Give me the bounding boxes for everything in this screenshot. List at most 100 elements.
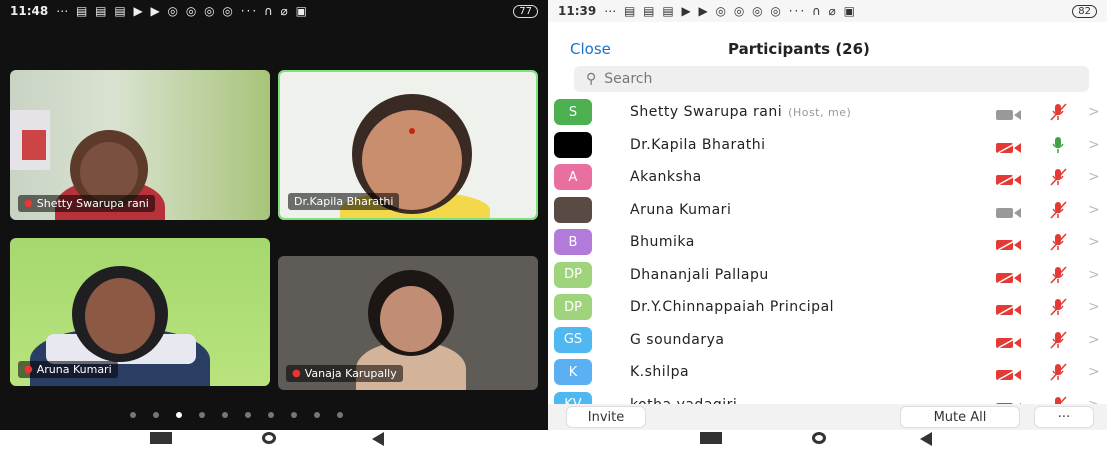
chevron-right-icon: > bbox=[1088, 331, 1100, 348]
recents-icon[interactable] bbox=[150, 432, 172, 444]
video-gallery-screen: 11:48 ⋯ ▤ ▤ ▤ ▶ ▶ ◎ ◎ ◎ ◎ ··· ∩ ⌀ ▣ 77 ●… bbox=[0, 0, 548, 449]
page-indicator[interactable] bbox=[130, 412, 343, 418]
video-tile[interactable]: ● Shetty Swarupa rani bbox=[10, 70, 270, 220]
chevron-right-icon: > bbox=[1088, 234, 1100, 251]
video-icon bbox=[996, 106, 1022, 121]
search-input[interactable]: ⚲ Search bbox=[574, 66, 1089, 92]
avatar: GS bbox=[554, 326, 592, 353]
participant-name-text: Bhumika bbox=[630, 234, 695, 251]
page-dot[interactable] bbox=[130, 412, 136, 418]
back-icon[interactable] bbox=[920, 432, 932, 446]
participant-name-text: K.shilpa bbox=[630, 364, 690, 381]
chevron-right-icon: > bbox=[1088, 201, 1100, 218]
video-icon bbox=[996, 204, 1022, 218]
video-off-icon bbox=[996, 139, 1022, 154]
mic-muted-icon bbox=[1048, 266, 1068, 284]
page-dot[interactable] bbox=[291, 412, 297, 418]
participant-list: S Shetty Swarupa rani (Host, me) > Dr.Kapila… bbox=[548, 96, 1107, 421]
battery-icon: 77 bbox=[513, 4, 538, 18]
participant-label: Dr.Kapila Bharathi bbox=[288, 193, 400, 210]
page-dot[interactable] bbox=[199, 412, 205, 418]
participants-header: Close Participants (26) bbox=[548, 40, 1107, 64]
page-dot[interactable] bbox=[314, 412, 320, 418]
avatar: S bbox=[554, 99, 592, 126]
participant-name-text: G soundarya bbox=[630, 331, 725, 348]
participant-name-text: Dr.Y.Chinnappaiah Principal bbox=[630, 299, 835, 316]
page-dot[interactable] bbox=[245, 412, 251, 418]
mic-muted-icon bbox=[1048, 168, 1068, 186]
participant-name: Akanksha bbox=[630, 169, 702, 185]
page-dot[interactable] bbox=[268, 412, 274, 418]
avatar: DP bbox=[554, 261, 592, 288]
participant-name-text: Dhananjali Pallapu bbox=[630, 266, 769, 283]
participant-name-text: Shetty Swarupa rani bbox=[630, 104, 783, 121]
android-nav-bar bbox=[0, 430, 548, 449]
more-button[interactable]: ··· bbox=[1034, 406, 1094, 428]
invite-button[interactable]: Invite bbox=[566, 406, 646, 428]
avatar: A bbox=[554, 164, 592, 191]
battery-icon: 82 bbox=[1072, 4, 1097, 18]
avatar: B bbox=[554, 229, 592, 256]
video-off-icon bbox=[996, 334, 1022, 349]
mic-muted-icon bbox=[1048, 363, 1068, 381]
chevron-right-icon: > bbox=[1088, 364, 1100, 381]
participant-name: Aruna Kumari bbox=[630, 202, 731, 218]
participant-row[interactable]: GS G soundarya > bbox=[548, 324, 1107, 357]
video-off-icon bbox=[996, 171, 1022, 186]
page-dot[interactable] bbox=[337, 412, 343, 418]
participant-row[interactable]: Dr.Kapila Bharathi > bbox=[548, 129, 1107, 162]
home-icon[interactable] bbox=[262, 432, 276, 444]
recents-icon[interactable] bbox=[700, 432, 722, 444]
mic-muted-icon bbox=[1048, 103, 1068, 121]
video-off-icon bbox=[996, 269, 1022, 284]
page-title: Participants (26) bbox=[728, 40, 870, 58]
participant-row[interactable]: B Bhumika > bbox=[548, 226, 1107, 259]
avatar bbox=[554, 131, 592, 158]
status-bar: 11:48 ⋯ ▤ ▤ ▤ ▶ ▶ ◎ ◎ ◎ ◎ ··· ∩ ⌀ ▣ 77 bbox=[0, 0, 548, 22]
participant-name-text: Dr.Kapila Bharathi bbox=[630, 136, 766, 153]
participant-row[interactable]: Aruna Kumari > bbox=[548, 194, 1107, 227]
back-icon[interactable] bbox=[372, 432, 384, 446]
mute-all-button[interactable]: Mute All bbox=[900, 406, 1020, 428]
participant-row[interactable]: DP Dhananjali Pallapu > bbox=[548, 259, 1107, 292]
avatar: K bbox=[554, 359, 592, 386]
participant-label: ● Shetty Swarupa rani bbox=[18, 195, 155, 212]
participant-name: Dhananjali Pallapu bbox=[630, 267, 769, 283]
participant-name-text: Akanksha bbox=[630, 169, 702, 186]
participant-name: Dr.Y.Chinnappaiah Principal bbox=[630, 299, 834, 315]
mic-on-icon bbox=[1048, 136, 1068, 154]
chevron-right-icon: > bbox=[1088, 169, 1100, 186]
close-button[interactable]: Close bbox=[570, 40, 611, 58]
participant-name: Shetty Swarupa rani (Host, me) bbox=[630, 104, 851, 120]
page-dot-active[interactable] bbox=[176, 412, 182, 418]
participant-name: Aruna Kumari bbox=[36, 363, 112, 376]
muted-mic-icon: ● bbox=[292, 368, 301, 379]
video-off-icon bbox=[996, 301, 1022, 316]
video-tile[interactable]: ● Aruna Kumari bbox=[10, 238, 270, 386]
participant-row[interactable]: K K.shilpa > bbox=[548, 356, 1107, 389]
participant-row[interactable]: A Akanksha > bbox=[548, 161, 1107, 194]
participant-name: Dr.Kapila Bharathi bbox=[630, 137, 766, 153]
host-tag: (Host, me) bbox=[788, 106, 852, 120]
page-dot[interactable] bbox=[222, 412, 228, 418]
avatar bbox=[554, 196, 592, 223]
participant-row[interactable]: DP Dr.Y.Chinnappaiah Principal > bbox=[548, 291, 1107, 324]
mic-muted-icon bbox=[1048, 201, 1068, 219]
bottom-toolbar: Invite Mute All ··· bbox=[548, 404, 1107, 430]
participants-screen: 11:39 ⋯ ▤ ▤ ▤ ▶ ▶ ◎ ◎ ◎ ◎ ··· ∩ ⌀ ▣ 82 C… bbox=[548, 0, 1107, 449]
home-icon[interactable] bbox=[812, 432, 826, 444]
video-tile[interactable]: ● Vanaja Karupally bbox=[278, 256, 538, 390]
participant-name: Shetty Swarupa rani bbox=[36, 197, 149, 210]
participant-name: G soundarya bbox=[630, 332, 725, 348]
muted-mic-icon: ● bbox=[24, 364, 33, 375]
participant-name: Vanaja Karupally bbox=[304, 367, 397, 380]
participant-name: Dr.Kapila Bharathi bbox=[294, 195, 394, 208]
status-time: 11:48 bbox=[10, 4, 49, 18]
video-tile-active-speaker[interactable]: Dr.Kapila Bharathi bbox=[278, 70, 538, 220]
mic-muted-icon bbox=[1048, 233, 1068, 251]
status-time: 11:39 bbox=[558, 4, 597, 18]
page-dot[interactable] bbox=[153, 412, 159, 418]
participant-label: ● Aruna Kumari bbox=[18, 361, 118, 378]
participant-row[interactable]: S Shetty Swarupa rani (Host, me) > bbox=[548, 96, 1107, 129]
mic-muted-icon bbox=[1048, 331, 1068, 349]
